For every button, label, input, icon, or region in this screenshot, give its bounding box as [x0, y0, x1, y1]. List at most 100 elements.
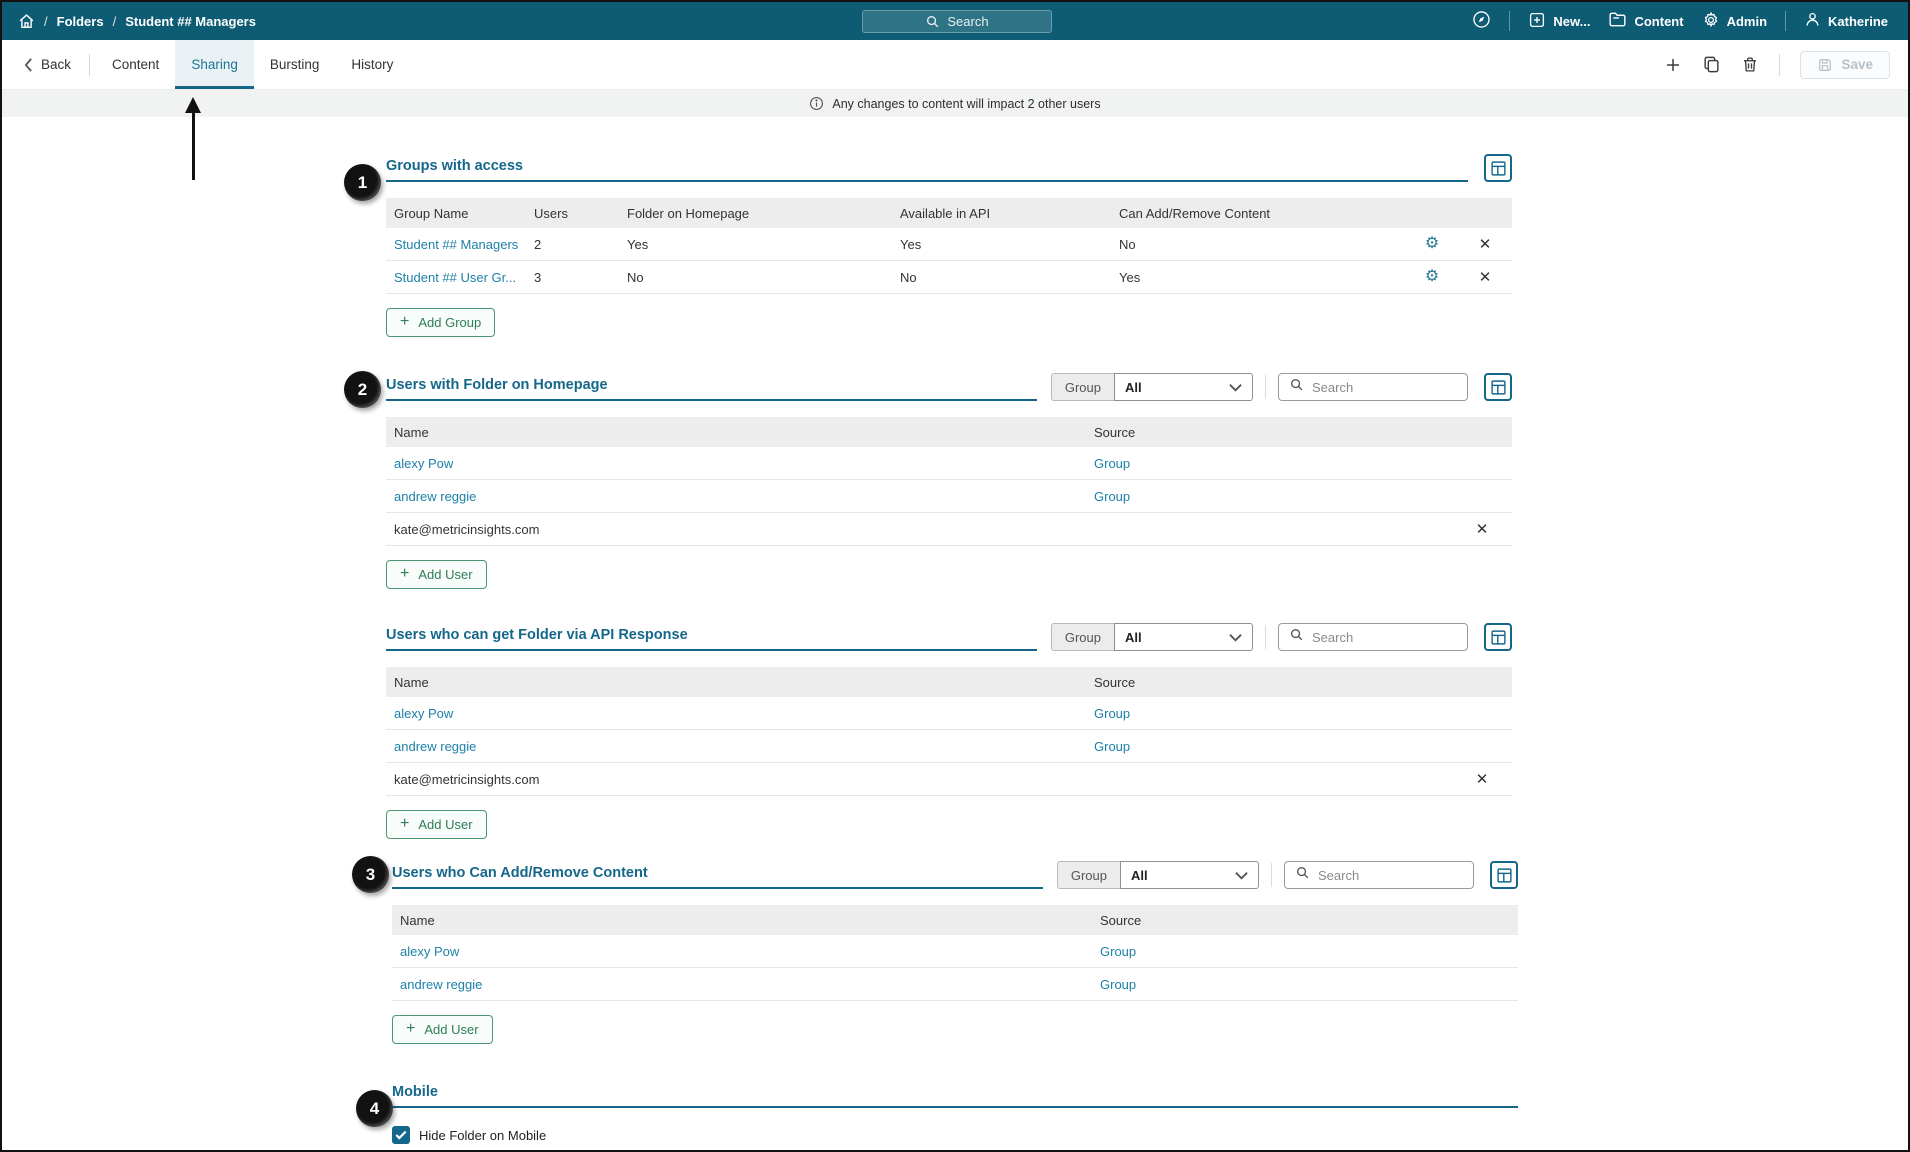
global-search[interactable]: Search — [862, 10, 1052, 33]
section-header: Users with Folder on HomepageGroupAll — [386, 373, 1512, 401]
column-settings-button[interactable] — [1484, 373, 1512, 401]
table-row: andrew reggieGroup — [392, 968, 1518, 1001]
section-title: Users with Folder on Homepage — [386, 377, 608, 399]
copy-icon[interactable] — [1702, 55, 1721, 74]
source-link[interactable]: Group — [1094, 456, 1452, 471]
group-name-link[interactable]: Student ## Managers — [386, 237, 534, 252]
cell-value: 2 — [534, 237, 627, 252]
section-users-folder-via-api: Users who can get Folder via API Respons… — [386, 623, 1512, 839]
table-row: andrew reggieGroup — [386, 480, 1512, 513]
table-row: andrew reggieGroup — [386, 730, 1512, 763]
add-icon[interactable] — [1664, 56, 1682, 74]
user-name-link[interactable]: alexy Pow — [386, 456, 1094, 471]
add-user-button[interactable]: + Add User — [386, 810, 487, 839]
nav-label: Content — [1634, 14, 1683, 29]
callout-badge-1: 1 — [344, 164, 381, 201]
tab-history[interactable]: History — [335, 40, 409, 89]
row-settings-gear-icon[interactable]: ⚙ — [1406, 269, 1458, 285]
table-header-row: NameSource — [386, 417, 1512, 447]
column-header: Available in API — [900, 206, 1119, 221]
column-settings-button[interactable] — [1484, 154, 1512, 182]
add-button-label: Add User — [418, 817, 472, 832]
source-link[interactable]: Group — [1094, 489, 1452, 504]
section-table: NameSourcealexy PowGroupandrew reggieGro… — [386, 417, 1512, 546]
user-name-link[interactable]: andrew reggie — [386, 489, 1094, 504]
group-filter-select[interactable]: All — [1114, 623, 1253, 651]
row-settings-gear-icon[interactable]: ⚙ — [1406, 236, 1458, 252]
nav-new[interactable]: New... — [1528, 11, 1590, 32]
table-header-row: NameSource — [386, 667, 1512, 697]
row-remove-icon[interactable]: ✕ — [1458, 268, 1512, 286]
search-icon — [925, 14, 940, 29]
nav-admin[interactable]: Admin — [1702, 11, 1767, 32]
source-link[interactable]: Group — [1094, 739, 1452, 754]
column-settings-button[interactable] — [1490, 861, 1518, 889]
nav-content[interactable]: Content — [1608, 11, 1683, 31]
add-user-button[interactable]: +Add User — [392, 1015, 493, 1044]
top-nav: New... Content Admin Katherine — [1472, 10, 1908, 32]
column-header: Name — [386, 425, 1094, 440]
annotation-arrow-shaft — [192, 111, 195, 180]
column-header: Source — [1094, 675, 1452, 690]
section-search-input[interactable] — [1318, 868, 1448, 883]
filter-controls: Group All — [1057, 861, 1474, 889]
source-link[interactable]: Group — [1094, 706, 1452, 721]
group-filter-label: Group — [1057, 861, 1120, 889]
group-filter-value: All — [1131, 868, 1148, 883]
user-name-link[interactable]: andrew reggie — [392, 977, 1100, 992]
table-row: alexy PowGroup — [386, 697, 1512, 730]
section-title-underline: Users with Folder on Homepage — [386, 373, 1037, 401]
section-table: Group NameUsersFolder on HomepageAvailab… — [386, 198, 1512, 294]
breadcrumb-folders[interactable]: Folders — [57, 14, 104, 29]
user-name-link[interactable]: andrew reggie — [386, 739, 1094, 754]
section-title-underline: Users who can get Folder via API Respons… — [386, 623, 1037, 651]
section-search-input[interactable] — [1312, 630, 1442, 645]
divider — [1509, 11, 1510, 31]
breadcrumb-separator: / — [113, 14, 117, 29]
home-icon[interactable] — [18, 13, 35, 30]
cell-value: Yes — [1119, 270, 1406, 285]
table-header-row: NameSource — [392, 905, 1518, 935]
user-name-link[interactable]: alexy Pow — [392, 944, 1100, 959]
nav-explore-icon[interactable] — [1472, 10, 1491, 32]
section-search-input[interactable] — [1312, 380, 1442, 395]
add-button-label: Add User — [418, 567, 472, 582]
tab-bursting[interactable]: Bursting — [254, 40, 336, 89]
back-button[interactable]: Back — [2, 40, 89, 89]
chevron-down-icon — [1229, 630, 1242, 645]
search-icon — [1295, 865, 1310, 885]
hide-folder-on-mobile-checkbox[interactable] — [392, 1126, 410, 1144]
tab-content[interactable]: Content — [96, 40, 175, 89]
delete-icon[interactable] — [1741, 55, 1759, 74]
divider — [1785, 11, 1786, 31]
user-name-link[interactable]: alexy Pow — [386, 706, 1094, 721]
callout-badge-4: 4 — [356, 1090, 393, 1127]
plus-icon: + — [400, 816, 409, 832]
column-settings-button[interactable] — [1484, 623, 1512, 651]
column-header: Folder on Homepage — [627, 206, 900, 221]
group-filter-select[interactable]: All — [1114, 373, 1253, 401]
row-remove-icon[interactable]: ✕ — [1458, 235, 1512, 253]
add-user-button[interactable]: +Add User — [386, 560, 487, 589]
cell-value: Yes — [900, 237, 1119, 252]
source-link[interactable]: Group — [1100, 977, 1458, 992]
section-header: Groups with access — [386, 154, 1512, 182]
divider — [1265, 375, 1266, 399]
row-remove-icon[interactable]: ✕ — [1452, 770, 1512, 788]
chevron-left-icon — [24, 58, 33, 72]
save-button[interactable]: Save — [1800, 51, 1890, 79]
tab-sharing[interactable]: Sharing — [175, 40, 254, 89]
row-remove-icon[interactable]: ✕ — [1452, 520, 1512, 538]
user-icon — [1804, 11, 1821, 31]
group-name-link[interactable]: Student ## User Gr... — [386, 270, 534, 285]
section-title: Users who Can Add/Remove Content — [392, 865, 648, 887]
chevron-down-icon — [1229, 380, 1242, 395]
nav-katherine[interactable]: Katherine — [1804, 11, 1888, 31]
notice-bar: Any changes to content will impact 2 oth… — [2, 90, 1908, 117]
add-button-label: Add User — [424, 1022, 478, 1037]
column-header: Can Add/Remove Content — [1119, 206, 1406, 221]
back-label: Back — [41, 57, 71, 72]
source-link[interactable]: Group — [1100, 944, 1458, 959]
add-group-button[interactable]: +Add Group — [386, 308, 495, 337]
group-filter-select[interactable]: All — [1120, 861, 1259, 889]
